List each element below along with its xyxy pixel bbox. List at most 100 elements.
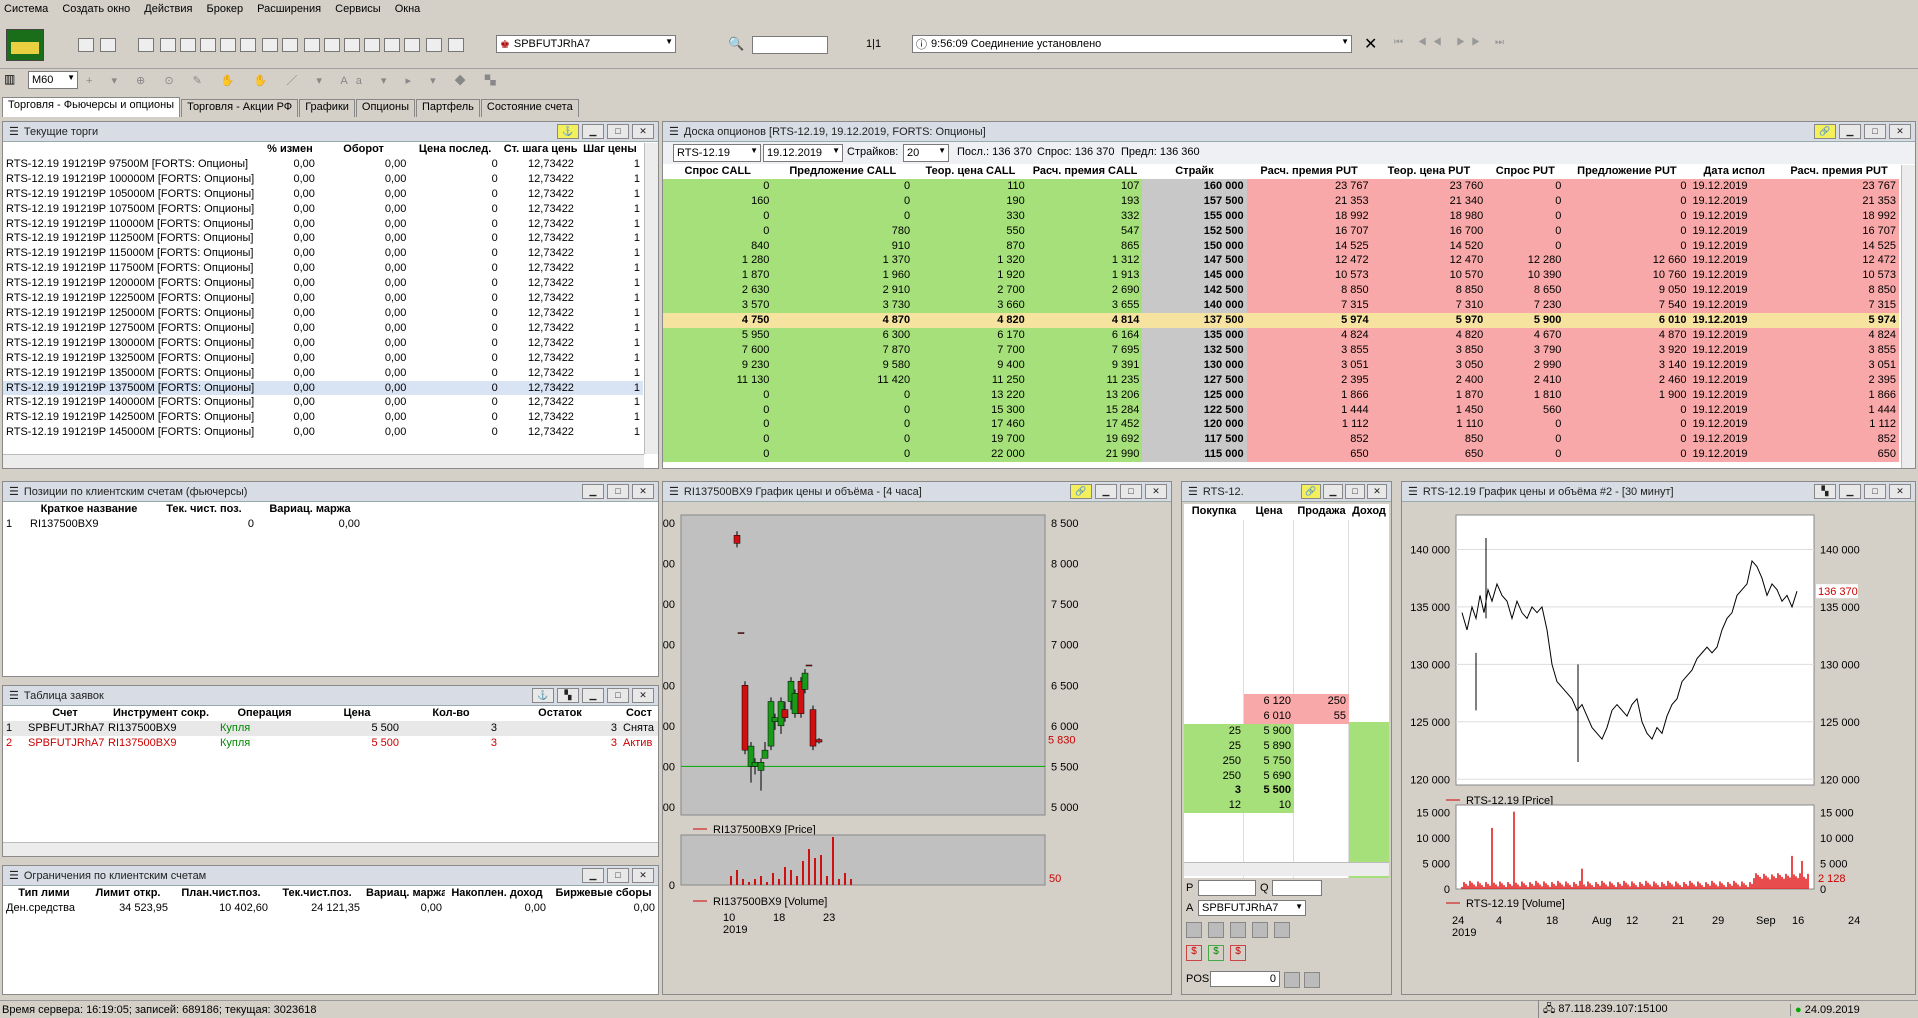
minimize-button[interactable]: ▁ [582,688,604,703]
toolbar-button-icon[interactable] [344,38,360,52]
table-row[interactable]: 160 0 190 193 157 500 21 353 21 340 0 0 19.12.201… [663,193,1899,209]
column-header[interactable]: Счет [25,706,105,721]
column-header[interactable] [3,706,25,721]
column-header[interactable]: Расч. премия PUT [1246,164,1372,179]
column-header[interactable]: Вариац. маржа [363,886,445,901]
column-header[interactable]: Цена [312,706,402,721]
column-header[interactable]: Дата испол [1689,164,1780,179]
playback-controls[interactable]: ⏮ ◀◀ ▶▶ ⏭ [1394,37,1510,48]
table-row[interactable]: RTS-12.19 191219P 105000M [FORTS: Опцион… [3,187,643,202]
column-header[interactable]: Инструмент сокр. [105,706,217,721]
menu-item[interactable]: Действия [144,3,192,15]
column-header[interactable]: Сост [620,706,658,721]
toolbar-button-icon[interactable] [364,38,380,52]
table-row[interactable]: RTS-12.19 191219P 137500M [FORTS: Опцион… [3,380,643,396]
column-header[interactable]: Тип лими [3,886,85,901]
table-row[interactable]: RTS-12.19 191219P 120000M [FORTS: Опцион… [3,276,643,291]
account-select[interactable]: ♚ SPBFUTJRhA7 ▼ [496,35,676,53]
column-header[interactable]: Кол-во [402,706,500,721]
vertical-scrollbar[interactable] [1901,165,1915,468]
table-row[interactable]: 0 780 550 547 152 500 16 707 16 700 0 0 19.12.201… [663,223,1899,239]
table-row[interactable]: RTS-12.19 191219P 100000M [FORTS: Опцион… [3,172,643,187]
workspace-tab[interactable]: Партфель [415,99,480,117]
table-row[interactable]: 0 0 22 000 21 990 115 000 650 650 0 0 19.12.2019 6… [663,447,1899,463]
menu-item[interactable]: Окна [395,3,421,15]
sell-icon[interactable]: $ [1208,945,1224,961]
table-row[interactable]: RTS-12.19 191219P 110000M [FORTS: Опцион… [3,217,643,232]
table-row[interactable]: RTS-12.19 191219P 107500M [FORTS: Опцион… [3,202,643,217]
instrument-select[interactable]: RTS-12.19 ▼ [673,144,761,162]
menu-item[interactable]: Система [4,3,48,15]
maximize-button[interactable]: □ [1864,124,1886,139]
workspace-tab[interactable]: Торговля - Фьючерсы и опционы [2,97,181,117]
timeframe-select[interactable]: M60 ▼ [28,71,78,89]
close-button[interactable]: ✕ [632,688,654,703]
workspace-tab[interactable]: Торговля - Акции РФ [181,99,299,117]
column-header[interactable]: Тек.чист.поз. [271,886,363,901]
cancel-all-button[interactable] [1252,922,1268,938]
price-volume-chart-1[interactable]: 8 500 8 500 8 000 8 000 7 500 7 500 7 000 7 000… [663,503,1172,995]
depth-row[interactable]: 25 5 890 [1184,738,1349,754]
table-row[interactable]: 7 600 7 870 7 700 7 695 132 500 3 855 3 850 3 7… [663,342,1899,358]
table-row[interactable]: RTS-12.19 191219P 125000M [FORTS: Опцион… [3,306,643,321]
toolbar-button-icon[interactable] [138,38,154,52]
position-button[interactable] [1284,972,1300,988]
table-row[interactable]: RTS-12.19 191219P 112500M [FORTS: Опцион… [3,231,643,246]
menu-item[interactable]: Сервисы [335,3,381,15]
expiry-select[interactable]: 19.12.2019 ▼ [763,144,843,162]
minimize-button[interactable]: ▁ [1095,484,1117,499]
column-header[interactable]: Теор. цена CALL [913,164,1028,179]
table-row[interactable]: RTS-12.19 191219P 117500M [FORTS: Опцион… [3,261,643,276]
toolbar-button-icon[interactable] [448,38,464,52]
close-position-icon[interactable]: $ [1230,945,1246,961]
close-button[interactable]: ✕ [632,484,654,499]
toolbar-button-icon[interactable] [160,38,176,52]
toolbar-button-icon[interactable] [200,38,216,52]
maximize-button[interactable]: □ [607,868,629,883]
toolbar-button-icon[interactable] [304,38,320,52]
price-volume-chart-2[interactable]: 140 000 140 000 135 000 135 000 130 000 130 0… [1402,503,1916,995]
column-header[interactable]: Страйк [1142,164,1247,179]
table-row[interactable]: RTS-12.19 191219P 140000M [FORTS: Опцион… [3,395,643,410]
toolbar-button-icon[interactable] [100,38,116,52]
workspace-tab[interactable]: Состояние счета [480,99,579,117]
close-button[interactable]: ✕ [632,124,654,139]
table-row[interactable]: 1 280 1 370 1 320 1 312 147 500 12 472 12 470 1… [663,253,1899,269]
toolbar-button-icon[interactable] [404,38,420,52]
buy-icon[interactable]: $ [1186,945,1202,961]
maximize-button[interactable]: □ [607,688,629,703]
minimize-button[interactable]: ▁ [582,484,604,499]
maximize-button[interactable]: □ [1345,484,1365,499]
column-header[interactable] [3,142,263,157]
column-header[interactable]: Предложение CALL [772,164,914,179]
table-row[interactable]: RTS-12.19 191219P 97500M [FORTS: Опционы… [3,157,643,172]
horizontal-scrollbar[interactable] [1184,862,1389,876]
column-header[interactable]: Спрос CALL [663,164,773,179]
link-icon[interactable]: 🔗 [1070,484,1092,499]
price-input[interactable] [1198,880,1256,896]
column-header[interactable]: Тек. чист. поз. [151,502,257,517]
depth-row[interactable]: 250 5 690 [1184,768,1349,784]
pin-icon[interactable]: ⚓ [557,124,579,139]
table-row[interactable]: 11 130 11 420 11 250 11 235 127 500 2 395 2 40… [663,372,1899,388]
flag-icon[interactable]: ▚ [557,688,579,703]
workspace-tab[interactable]: Опционы [355,99,415,117]
menu-item[interactable]: Брокер [207,3,244,15]
table-row[interactable]: RTS-12.19 191219P 127500M [FORTS: Опцион… [3,321,643,336]
position-clear-button[interactable] [1304,972,1320,988]
minimize-button[interactable]: ▁ [1323,484,1343,499]
flag-icon[interactable]: ▚ [1814,484,1836,499]
column-header[interactable]: План.чист.поз. [171,886,271,901]
column-header[interactable]: Краткое название [27,502,151,517]
table-row[interactable]: 1 RI137500BX9 0 0,00 [3,517,363,532]
cancel-button[interactable] [1230,922,1246,938]
link-icon[interactable]: 🔗 [1301,484,1321,499]
table-row[interactable]: 4 750 4 870 4 820 4 814 137 500 5 974 5 970 5 9… [663,313,1899,328]
table-row[interactable]: 2 630 2 910 2 700 2 690 142 500 8 850 8 850 8 6… [663,283,1899,299]
column-header[interactable]: Вариац. маржа [257,502,363,517]
column-header[interactable]: Спрос PUT [1486,164,1565,179]
depth-row[interactable]: 250 5 750 [1184,753,1349,769]
table-row[interactable]: 1 870 1 960 1 920 1 913 145 000 10 573 10 570 1… [663,268,1899,284]
table-row[interactable]: RTS-12.19 191219P 132500M [FORTS: Опцион… [3,351,643,366]
toolbar-button-icon[interactable] [240,38,256,52]
